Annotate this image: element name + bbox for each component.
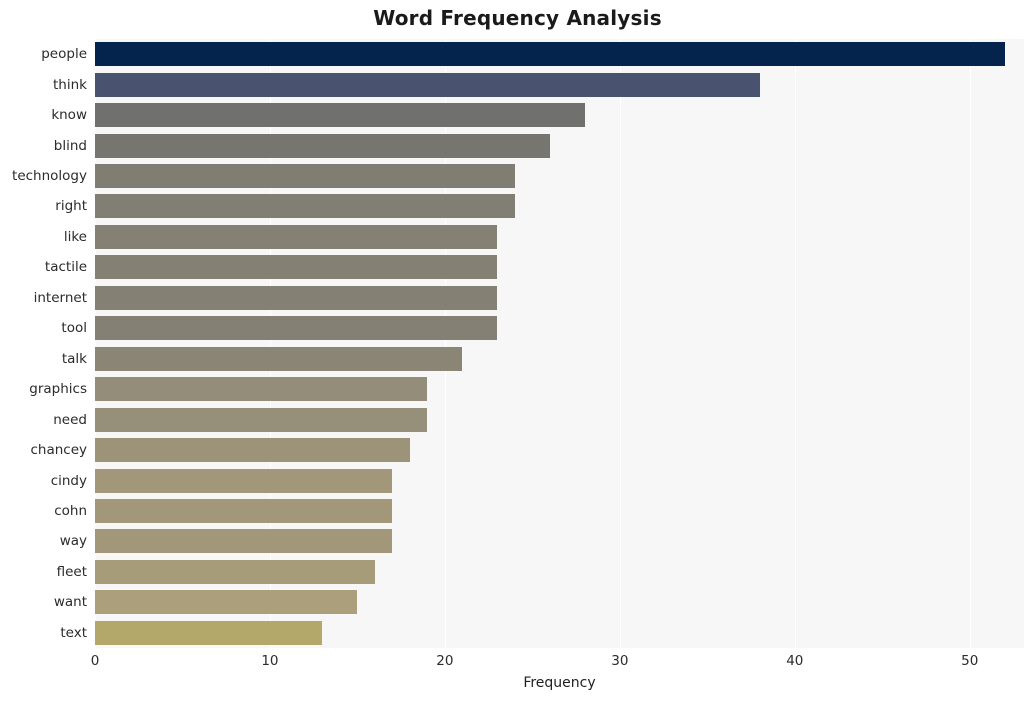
gridline-x-40	[794, 39, 796, 648]
y-tick-label-cohn: cohn	[54, 502, 87, 519]
bar-fleet[interactable]	[95, 559, 375, 584]
y-tick-label-tactile: tactile	[44, 259, 87, 276]
y-tick-label-text: text	[60, 624, 87, 641]
bar-like[interactable]	[95, 224, 498, 249]
bar-want[interactable]	[95, 590, 358, 615]
x-tick-label-50: 50	[961, 653, 979, 669]
bar-blind[interactable]	[95, 133, 550, 158]
bar-cindy[interactable]	[95, 468, 393, 493]
chart-title: Word Frequency Analysis	[373, 6, 662, 30]
y-tick-label-tool: tool	[61, 320, 87, 337]
y-tick-label-know: know	[51, 107, 87, 124]
bar-cohn[interactable]	[95, 498, 393, 523]
bar-think[interactable]	[95, 72, 760, 97]
bar-know[interactable]	[95, 103, 585, 128]
y-tick-label-fleet: fleet	[56, 563, 87, 580]
y-tick-label-talk: talk	[61, 350, 87, 367]
gridline-x-30	[619, 39, 621, 648]
y-tick-label-need: need	[53, 411, 87, 428]
x-tick-label-20: 20	[436, 653, 454, 669]
bar-talk[interactable]	[95, 346, 463, 371]
y-tick-label-technology: technology	[12, 168, 87, 185]
y-tick-label-people: people	[41, 46, 87, 63]
x-tick-label-0: 0	[90, 653, 100, 669]
x-axis-title: Frequency	[523, 675, 596, 691]
bar-tactile[interactable]	[95, 255, 498, 280]
y-tick-label-graphics: graphics	[29, 381, 87, 398]
chart-figure: Word Frequency Analysis people think know b…	[0, 0, 1035, 701]
y-tick-label-want: want	[53, 594, 87, 611]
bar-technology[interactable]	[95, 164, 515, 189]
x-tick-label-10: 10	[261, 653, 279, 669]
y-tick-label-like: like	[63, 228, 87, 245]
y-tick-label-think: think	[53, 76, 87, 93]
gridline-x-50	[969, 39, 971, 648]
plot-area	[95, 39, 1024, 648]
bar-right[interactable]	[95, 194, 515, 219]
x-tick-label-30: 30	[611, 653, 629, 669]
gridline-x-10	[269, 39, 271, 648]
gridline-x-0	[95, 39, 96, 648]
y-tick-label-right: right	[55, 198, 87, 215]
bar-tool[interactable]	[95, 316, 498, 341]
bar-text[interactable]	[95, 620, 323, 645]
y-tick-label-internet: internet	[33, 289, 87, 306]
y-tick-label-blind: blind	[53, 137, 87, 154]
gridline-x-20	[444, 39, 446, 648]
y-tick-label-cindy: cindy	[50, 472, 87, 489]
x-tick-label-40: 40	[786, 653, 804, 669]
y-tick-label-chancey: chancey	[30, 442, 87, 459]
y-tick-label-way: way	[59, 533, 87, 550]
bar-chancey[interactable]	[95, 438, 410, 463]
bar-way[interactable]	[95, 529, 393, 554]
bar-internet[interactable]	[95, 285, 498, 310]
bar-need[interactable]	[95, 407, 428, 432]
bar-people[interactable]	[95, 42, 1005, 67]
bar-graphics[interactable]	[95, 377, 428, 402]
